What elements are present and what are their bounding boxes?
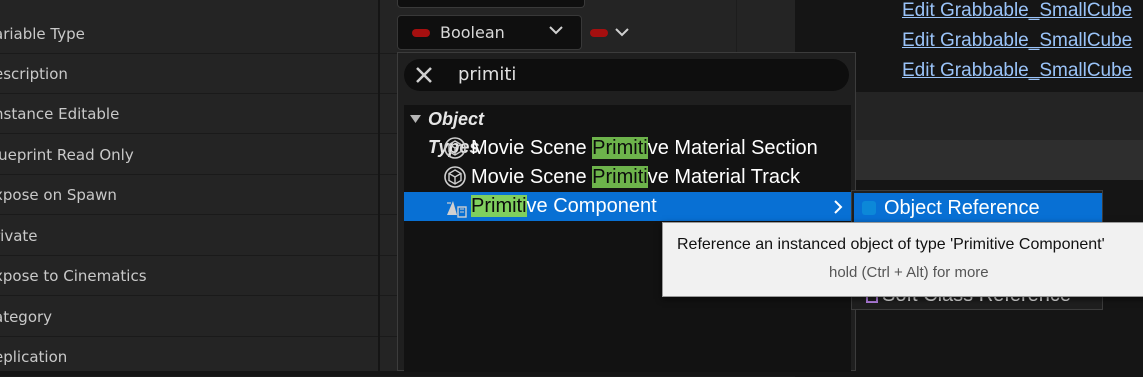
component-icon	[444, 195, 467, 218]
property-label: xpose to Cinematics	[0, 267, 147, 285]
item-label: Movie Scene Primitive Material Track	[471, 166, 800, 188]
submenu-item-label: Object Reference	[884, 197, 1040, 219]
variable-type-dropdown[interactable]: Boolean	[397, 15, 582, 50]
type-picker-menu: primiti Object Types Movie Scene Primiti…	[397, 52, 856, 372]
chevron-down-icon	[548, 22, 564, 42]
edit-asset-link[interactable]: Edit Grabbable_SmallCube	[902, 30, 1132, 52]
variable-type-value: Boolean	[440, 23, 505, 42]
property-label: ariable Type	[0, 25, 85, 43]
column-divider[interactable]	[378, 0, 380, 371]
pin-type-icon	[412, 29, 430, 37]
property-label: ategory	[0, 308, 53, 326]
property-label: escription	[0, 65, 68, 83]
property-label: eplication	[0, 348, 68, 366]
single-pin-icon	[590, 29, 608, 37]
property-label: rivate	[0, 227, 38, 245]
property-label: nstance Editable	[0, 105, 120, 123]
chevron-down-icon	[614, 24, 630, 44]
list-item-selected[interactable]: Primitive Component	[404, 192, 851, 221]
property-label: lueprint Read Only	[0, 146, 134, 164]
edit-asset-link[interactable]: Edit Grabbable_SmallCube	[902, 60, 1132, 82]
search-input[interactable]: primiti	[404, 59, 849, 91]
item-label: Primitive Component	[471, 195, 657, 217]
property-label: xpose on Spawn	[0, 186, 117, 204]
struct-icon	[444, 166, 466, 188]
expand-arrow-icon	[409, 105, 422, 136]
tooltip: Reference an instanced object of type 'P…	[662, 222, 1143, 297]
search-text: primiti	[458, 64, 517, 85]
previous-field[interactable]	[397, 0, 585, 8]
struct-icon	[444, 137, 466, 159]
chevron-right-icon	[832, 192, 844, 223]
object-reference-icon	[862, 201, 876, 215]
edit-asset-link[interactable]: Edit Grabbable_SmallCube	[902, 0, 1132, 22]
tooltip-text: Reference an instanced object of type 'P…	[677, 236, 1105, 253]
list-item[interactable]: Movie Scene Primitive Material Section	[404, 134, 851, 163]
clear-search-icon[interactable]	[413, 59, 435, 94]
list-item[interactable]: Movie Scene Primitive Material Track	[404, 163, 851, 192]
tooltip-hint: hold (Ctrl + Alt) for more	[829, 264, 989, 281]
container-type-dropdown[interactable]	[588, 15, 638, 50]
item-label: Movie Scene Primitive Material Section	[471, 137, 818, 159]
object-reference-item[interactable]: Object Reference	[854, 193, 1102, 223]
